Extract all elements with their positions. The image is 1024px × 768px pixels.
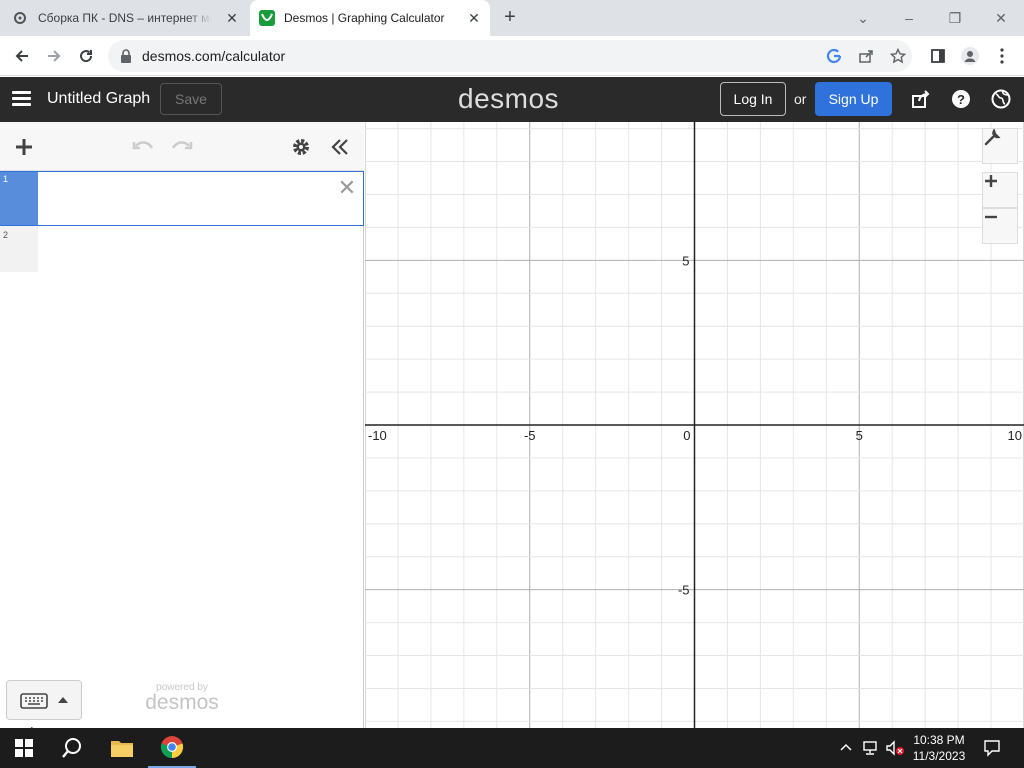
undo-icon[interactable]	[131, 135, 155, 159]
lock-icon[interactable]	[120, 49, 132, 68]
x-tick-label: 0	[683, 428, 690, 443]
signup-button[interactable]: Sign Up	[815, 82, 892, 116]
graph-paper[interactable]: -10 -5 0 5 10 5 -5	[365, 122, 1024, 728]
new-tab-icon[interactable]: +	[500, 7, 520, 28]
desmos-header: Untitled Graph Save desmos Log In or Sig…	[0, 77, 1024, 122]
expression-index: 2	[3, 230, 9, 240]
expression-row[interactable]: 2	[0, 226, 38, 272]
clock-date: 11/3/2023	[912, 749, 966, 763]
menu-dots-icon[interactable]	[990, 44, 1014, 68]
back-icon[interactable]	[10, 44, 34, 68]
bookmark-star-icon[interactable]	[886, 44, 910, 68]
browser-toolbar: desmos.com/calculator	[0, 36, 1024, 76]
close-window-icon[interactable]: ✕	[989, 6, 1013, 30]
notifications-icon[interactable]	[983, 739, 1001, 760]
browser-tab-desmos[interactable]: Desmos | Graphing Calculator ✕	[250, 0, 490, 36]
share-graph-icon[interactable]	[910, 88, 932, 110]
powered-by-desmos[interactable]: powered by desmos	[143, 682, 221, 713]
x-tick-label: 5	[856, 428, 863, 443]
save-button[interactable]: Save	[160, 83, 222, 115]
help-icon[interactable]: ?	[950, 88, 972, 110]
browser-tab-dns[interactable]: Сборка ПК - DNS – интернет магазин ✕	[12, 0, 248, 36]
svg-text:?: ?	[957, 92, 965, 107]
system-clock[interactable]: 10:38 PM 11/3/2023	[907, 732, 971, 764]
hamburger-menu-icon[interactable]	[12, 91, 31, 107]
zoom-out-icon[interactable]	[982, 208, 1018, 244]
forward-icon[interactable]	[42, 44, 66, 68]
google-icon[interactable]	[822, 44, 846, 68]
expression-panel: 1 ✕ 2 powered by desmos	[0, 122, 364, 747]
minimize-icon[interactable]: –	[897, 6, 921, 30]
chrome-icon[interactable]	[148, 728, 196, 768]
add-item-icon[interactable]	[12, 135, 36, 159]
search-icon[interactable]	[48, 728, 96, 768]
windows-taskbar: 10:38 PM 11/3/2023	[0, 728, 1024, 768]
address-bar[interactable]: desmos.com/calculator	[108, 40, 912, 72]
url-text: desmos.com/calculator	[142, 48, 286, 64]
close-tab-icon[interactable]: ✕	[466, 10, 482, 26]
network-icon[interactable]	[862, 740, 880, 759]
restore-icon[interactable]: ❐	[943, 6, 967, 30]
windows-start-icon[interactable]	[0, 728, 48, 768]
desmos-logo: desmos	[458, 83, 560, 114]
x-tick-label: -10	[368, 428, 387, 443]
keyboard-icon	[20, 693, 48, 709]
language-globe-icon[interactable]	[990, 88, 1012, 110]
expression-index: 1	[0, 172, 38, 225]
profile-icon[interactable]	[958, 44, 982, 68]
y-tick-label: -5	[678, 583, 690, 598]
login-button[interactable]: Log In	[720, 82, 786, 116]
expression-row[interactable]: 1 ✕	[0, 171, 364, 226]
tab-title: Desmos | Graphing Calculator	[284, 11, 445, 25]
redo-icon[interactable]	[170, 135, 194, 159]
or-text: or	[794, 91, 807, 107]
keypad-toggle-button[interactable]	[6, 680, 82, 720]
share-icon[interactable]	[854, 44, 878, 68]
file-explorer-icon[interactable]	[98, 728, 146, 768]
clock-time: 10:38 PM	[913, 733, 965, 747]
graph-title[interactable]: Untitled Graph	[47, 90, 150, 108]
volume-muted-icon[interactable]	[885, 740, 905, 759]
close-tab-icon[interactable]: ✕	[224, 10, 240, 26]
delete-expression-icon[interactable]: ✕	[337, 177, 357, 199]
expression-toolbar	[0, 122, 364, 171]
tray-chevron-up-icon[interactable]	[840, 740, 852, 754]
zoom-in-icon[interactable]	[982, 172, 1018, 208]
collapse-panel-icon[interactable]	[328, 135, 352, 159]
dns-favicon-icon	[12, 10, 28, 26]
graph-grid[interactable]: -10 -5 0 5 10 5 -5	[365, 122, 1024, 728]
desmos-favicon-icon	[259, 10, 275, 26]
y-tick-label: 5	[682, 253, 689, 268]
caret-up-icon	[58, 697, 68, 703]
reload-icon[interactable]	[74, 44, 98, 68]
expression-input[interactable]	[46, 188, 326, 210]
tab-search-icon[interactable]: ⌄	[851, 6, 875, 30]
side-panel-icon[interactable]	[926, 44, 950, 68]
browser-tab-strip: Сборка ПК - DNS – интернет магазин ✕ Des…	[0, 0, 1024, 36]
settings-gear-icon[interactable]	[289, 135, 313, 159]
graph-settings-wrench-icon[interactable]	[982, 128, 1018, 164]
x-tick-label: 10	[1008, 428, 1022, 443]
x-tick-label: -5	[524, 428, 536, 443]
tab-title: Сборка ПК - DNS – интернет магазин	[38, 11, 212, 25]
